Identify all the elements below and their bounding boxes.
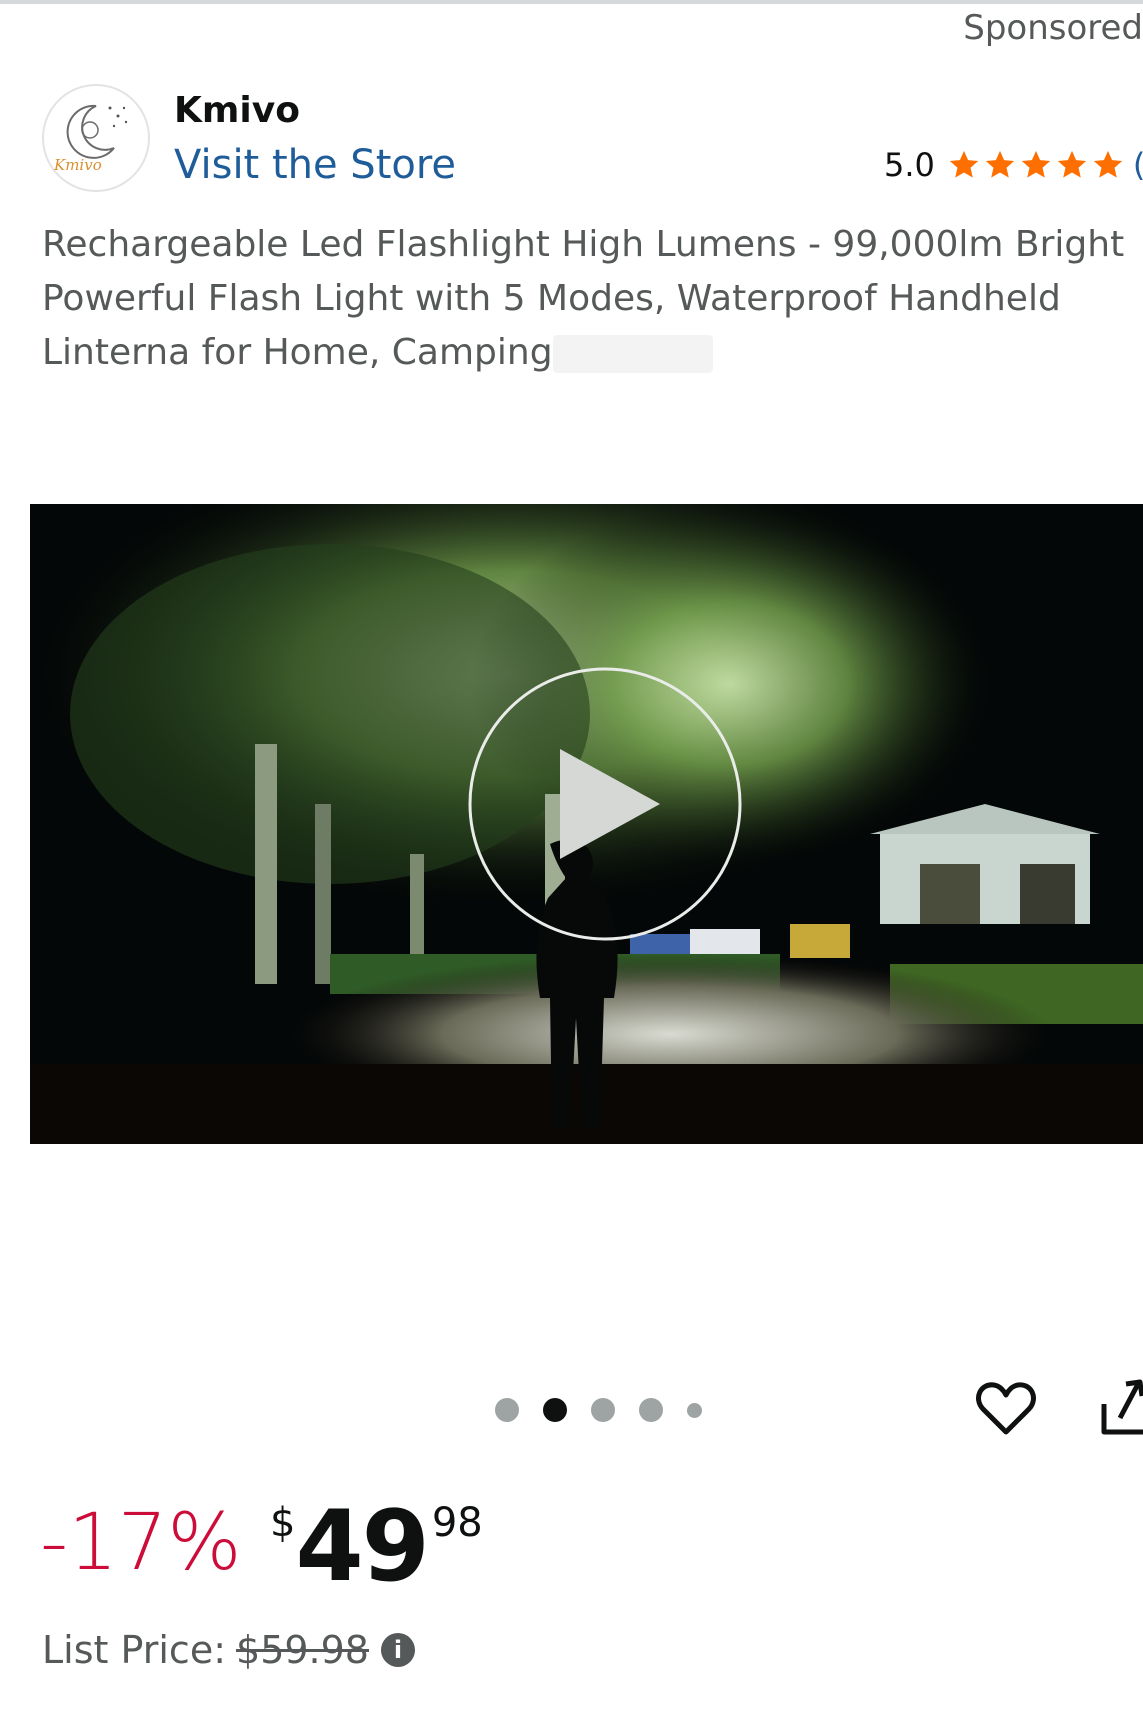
svg-text:Kmivo: Kmivo [53, 156, 102, 174]
share-icon[interactable] [1100, 1374, 1143, 1438]
list-price-label: List Price: [42, 1628, 227, 1672]
product-title[interactable]: Rechargeable Led Flashlight High Lumens … [42, 218, 1143, 380]
star-rating [947, 148, 1125, 182]
rating-count: ( [1133, 146, 1143, 184]
carousel-dot-active[interactable] [543, 1398, 567, 1422]
info-icon[interactable]: i [380, 1633, 415, 1667]
visit-store-link[interactable]: Visit the Store [174, 142, 456, 188]
store-logo[interactable]: Kmivo [42, 84, 150, 192]
rating-value: 5.0 [884, 146, 935, 184]
carousel-dot[interactable] [639, 1398, 663, 1422]
list-price: List Price: $59.98 i [42, 1628, 415, 1672]
list-price-value: $59.98 [236, 1628, 369, 1672]
carousel-dot[interactable] [495, 1398, 519, 1422]
price-fraction: 98 [431, 1500, 483, 1546]
brand-name: Kmivo [174, 90, 300, 131]
price-currency: $ [270, 1500, 296, 1546]
moon-logo-icon: Kmivo [53, 104, 128, 174]
star-icon [1021, 150, 1051, 178]
star-icon [1093, 150, 1123, 178]
carousel-dot[interactable] [687, 1402, 702, 1418]
price-whole: 49 [295, 1490, 429, 1604]
top-divider [0, 0, 1143, 4]
price: $49 98 [270, 1490, 483, 1604]
redacted-text [552, 335, 713, 373]
star-icon [949, 150, 979, 178]
star-icon [985, 150, 1015, 178]
rating-summary[interactable]: 5.0 ( [884, 146, 1143, 184]
discount-percent: -17% [40, 1498, 242, 1588]
sponsored-label[interactable]: Sponsored [963, 8, 1143, 48]
image-carousel-indicator [495, 1398, 702, 1422]
heart-icon[interactable] [975, 1380, 1037, 1438]
carousel-dot[interactable] [591, 1398, 615, 1422]
video-thumbnail [30, 504, 1143, 1144]
star-icon [1057, 150, 1087, 178]
product-video[interactable] [30, 504, 1143, 1144]
